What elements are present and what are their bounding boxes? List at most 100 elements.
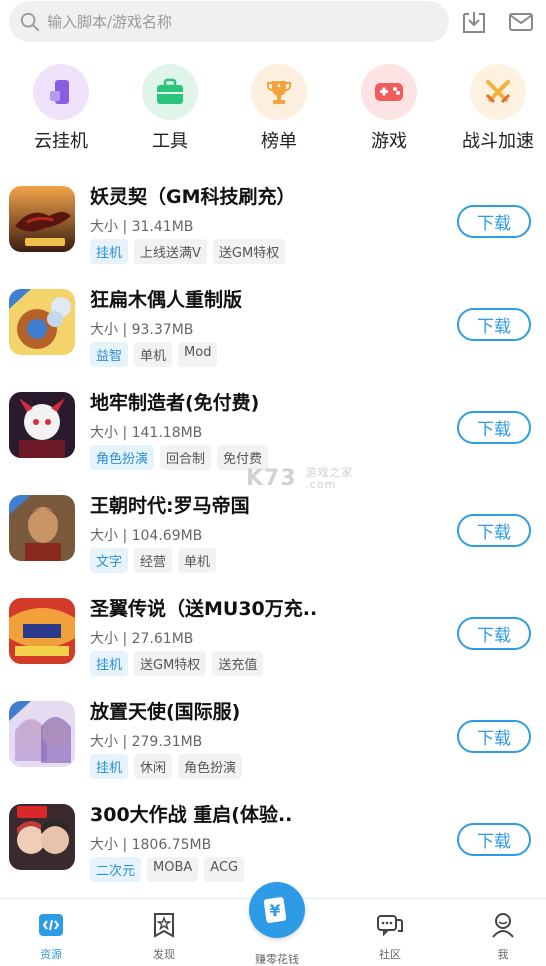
download-button[interactable]: 下载	[457, 514, 531, 547]
app-size: 大小 | 104.69MB	[90, 528, 203, 544]
code-window-icon	[39, 914, 63, 936]
search-icon	[20, 12, 40, 31]
nav-me[interactable]: 我	[463, 899, 543, 966]
watermark-brand: K73	[246, 466, 297, 491]
tag-list: 二次元 MOBA ACG	[90, 857, 245, 882]
list-item[interactable]: 王朝时代:罗马帝国 大小 | 104.69MB 文字 经营 单机 下载	[0, 487, 546, 590]
app-name: 圣翼传说（送MU30万充..	[90, 598, 318, 620]
bottom-nav: 资源 发现 ¥ 赚零花钱 社区 我	[0, 882, 546, 966]
tag: 二次元	[90, 857, 142, 882]
list-item[interactable]: 妖灵契（GM科技刷充） 大小 | 31.41MB 挂机 上线送满V 送GM特权 …	[0, 178, 546, 281]
download-button[interactable]: 下载	[457, 308, 531, 341]
top-bar	[0, 0, 546, 50]
nav-label: 社区	[379, 948, 401, 961]
category-label: 游戏	[371, 131, 407, 152]
app-size: 大小 | 279.31MB	[90, 734, 203, 750]
search-bar[interactable]	[9, 1, 449, 42]
svg-text:¥: ¥	[269, 901, 280, 920]
tag-list: 文字 经营 单机	[90, 548, 217, 573]
earn-pocket-money-button[interactable]: ¥	[249, 882, 305, 938]
tag-list: 益智 单机 Mod	[90, 342, 218, 367]
app-thumbnail	[9, 495, 75, 561]
app-size: 大小 | 1806.75MB	[90, 837, 212, 853]
category-label: 战斗加速	[462, 131, 534, 152]
download-button[interactable]: 下载	[457, 205, 531, 238]
search-input[interactable]	[47, 12, 427, 31]
category-games[interactable]: 游戏	[344, 64, 434, 153]
bookmark-star-icon	[154, 913, 174, 938]
tag: 益智	[90, 342, 129, 367]
app-thumbnail	[9, 804, 75, 870]
list-item[interactable]: 圣翼传说（送MU30万充.. 大小 | 27.61MB 挂机 送GM特权 送充值…	[0, 590, 546, 693]
app-size: 大小 | 93.37MB	[90, 322, 194, 338]
app-size: 大小 | 31.41MB	[90, 219, 194, 235]
download-button[interactable]: 下载	[457, 411, 531, 444]
yen-ticket-icon: ¥	[263, 897, 287, 923]
tag: MOBA	[147, 857, 199, 882]
app-size: 大小 | 27.61MB	[90, 631, 194, 647]
message-mail-icon[interactable]	[507, 8, 535, 36]
tag: 文字	[90, 548, 129, 573]
download-manager-icon[interactable]	[460, 8, 488, 36]
app-name: 放置天使(国际服)	[90, 701, 241, 723]
tag: ACG	[204, 857, 245, 882]
tag: 挂机	[90, 239, 129, 264]
tag: 上线送满V	[134, 239, 207, 264]
chat-bubbles-icon	[377, 915, 403, 937]
tag: 挂机	[90, 651, 129, 676]
cloud-phone-icon	[33, 64, 89, 120]
download-button[interactable]: 下载	[457, 617, 531, 650]
download-button[interactable]: 下载	[457, 720, 531, 753]
nav-label: 我	[497, 948, 509, 961]
nav-label: 资源	[40, 948, 62, 961]
category-label: 榜单	[261, 131, 297, 152]
tag: 挂机	[90, 754, 129, 779]
list-item[interactable]: 放置天使(国际服) 大小 | 279.31MB 挂机 休闲 角色扮演 下载	[0, 693, 546, 796]
nav-label: 发现	[153, 948, 175, 961]
app-name: 王朝时代:罗马帝国	[90, 495, 250, 517]
tag: 单机	[134, 342, 173, 367]
tag-list: 挂机 送GM特权 送充值	[90, 651, 264, 676]
tag: 送GM特权	[212, 239, 286, 264]
trophy-icon	[251, 64, 307, 120]
download-button[interactable]: 下载	[457, 823, 531, 856]
nav-discover[interactable]: 发现	[124, 899, 204, 966]
watermark-sub2: .com	[305, 478, 337, 491]
category-battle-boost[interactable]: 战斗加速	[453, 64, 543, 153]
tag: 角色扮演	[90, 445, 155, 470]
app-thumbnail	[9, 392, 75, 458]
gamepad-icon	[361, 64, 417, 120]
k73-watermark: K73 游戏之家 .com	[246, 466, 353, 491]
tag: 经营	[134, 548, 173, 573]
toolbox-icon	[142, 64, 198, 120]
crossed-swords-icon	[470, 64, 526, 120]
tag-list: 角色扮演 回合制 免付费	[90, 445, 269, 470]
app-thumbnail	[9, 289, 75, 355]
list-item[interactable]: 狂扁木偶人重制版 大小 | 93.37MB 益智 单机 Mod 下载	[0, 281, 546, 384]
app-name: 妖灵契（GM科技刷充）	[90, 186, 296, 208]
app-name: 狂扁木偶人重制版	[90, 289, 243, 311]
tag: 单机	[178, 548, 217, 573]
tag: Mod	[178, 342, 218, 367]
category-label: 云挂机	[34, 131, 88, 152]
category-cloud-hangup[interactable]: 云挂机	[16, 64, 106, 153]
nav-community[interactable]: 社区	[350, 899, 430, 966]
app-thumbnail	[9, 598, 75, 664]
app-thumbnail	[9, 186, 75, 252]
tag: 送充值	[212, 651, 264, 676]
app-name: 300大作战 重启(体验..	[90, 804, 293, 826]
tag-list: 挂机 上线送满V 送GM特权	[90, 239, 286, 264]
tag: 角色扮演	[178, 754, 243, 779]
app-name: 地牢制造者(免付费)	[90, 392, 260, 414]
category-row: 云挂机 工具 榜单 游戏 战斗加速	[0, 64, 546, 160]
category-label: 工具	[152, 131, 188, 152]
nav-label-earn: 赚零花钱	[255, 953, 299, 966]
nav-resources[interactable]: 资源	[11, 899, 91, 966]
category-rankings[interactable]: 榜单	[234, 64, 324, 153]
user-profile-icon	[492, 913, 514, 938]
app-thumbnail	[9, 701, 75, 767]
category-tools[interactable]: 工具	[125, 64, 215, 153]
tag: 休闲	[134, 754, 173, 779]
tag: 送GM特权	[134, 651, 207, 676]
tag-list: 挂机 休闲 角色扮演	[90, 754, 243, 779]
